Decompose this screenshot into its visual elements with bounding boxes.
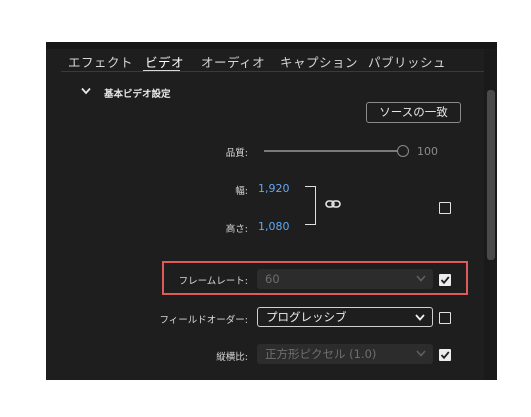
field-order-value: プログレッシブ (266, 310, 347, 324)
width-label: 幅: (235, 186, 248, 197)
export-settings-panel: エフェクト ビデオ オーディオ キャプション パブリッシュ 基本ビデオ設定 ソー… (46, 42, 497, 380)
width-value[interactable]: 1,920 (258, 182, 290, 195)
tab-divider (61, 71, 484, 72)
highlight-box (162, 261, 468, 295)
quality-slider-thumb[interactable] (397, 145, 409, 157)
field-order-checkbox[interactable] (439, 312, 451, 324)
aspect-dropdown[interactable]: 正方形ピクセル (1.0) (257, 344, 433, 364)
height-label: 高さ: (225, 224, 248, 235)
tab-publish[interactable]: パブリッシュ (368, 52, 446, 71)
chevron-down-icon (416, 350, 426, 357)
section-title-basic-video: 基本ビデオ設定 (104, 89, 171, 100)
tab-effects[interactable]: エフェクト (68, 52, 133, 71)
match-source-button[interactable]: ソースの一致 (366, 102, 461, 123)
checkmark-icon (440, 351, 450, 360)
field-order-label: フィールドオーダー: (159, 315, 248, 326)
aspect-value: 正方形ピクセル (1.0) (265, 347, 377, 361)
dimension-checkbox[interactable] (439, 202, 451, 214)
aspect-checkbox[interactable] (439, 349, 451, 361)
quality-label: 品質: (225, 148, 248, 159)
tab-video[interactable]: ビデオ (145, 52, 184, 71)
aspect-label: 縦横比: (216, 352, 248, 363)
height-value[interactable]: 1,080 (258, 220, 290, 233)
quality-value: 100 (417, 145, 438, 158)
quality-slider-track[interactable] (264, 150, 398, 152)
tab-audio[interactable]: オーディオ (201, 52, 265, 71)
dimension-link-bracket (305, 186, 316, 225)
tab-bar: エフェクト ビデオ オーディオ キャプション パブリッシュ (46, 49, 484, 72)
field-order-dropdown[interactable]: プログレッシブ (257, 307, 433, 327)
panel-top-strip (46, 42, 497, 49)
chevron-down-icon (415, 314, 425, 321)
chevron-down-icon[interactable] (81, 87, 91, 95)
scrollbar-thumb[interactable] (487, 90, 495, 260)
chain-link-icon[interactable] (325, 198, 341, 210)
tab-captions[interactable]: キャプション (280, 52, 358, 71)
